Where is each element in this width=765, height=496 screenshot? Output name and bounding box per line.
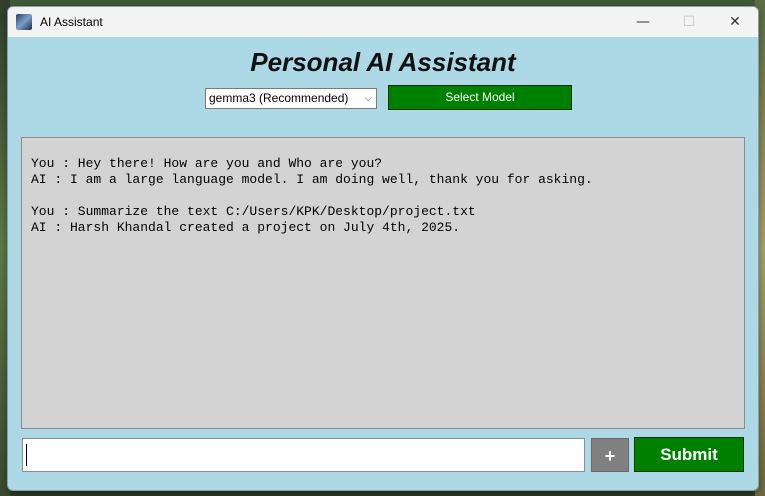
minimize-icon: —	[636, 14, 650, 30]
title-bar[interactable]: AI Assistant — ☐ ✕	[8, 7, 758, 37]
submit-button[interactable]: Submit	[634, 437, 744, 472]
chat-message: You : Hey there! How are you and Who are…	[31, 156, 383, 171]
window-controls: — ☐ ✕	[620, 7, 758, 37]
chat-message: AI : Harsh Khandal created a project on …	[31, 220, 461, 235]
text-caret	[26, 444, 27, 466]
chat-message: You : Summarize the text C:/Users/KPK/De…	[31, 204, 476, 219]
page-title: Personal AI Assistant	[250, 47, 516, 77]
app-icon	[16, 14, 32, 30]
model-dropdown[interactable]: gemma3 (Recommended) ⌵	[205, 88, 377, 109]
model-dropdown-value: gemma3 (Recommended)	[209, 91, 349, 105]
close-button[interactable]: ✕	[712, 7, 758, 37]
app-window: AI Assistant — ☐ ✕ Personal AI Assistant…	[7, 6, 759, 491]
select-model-button[interactable]: Select Model	[388, 85, 572, 110]
chat-message-blank	[31, 188, 744, 204]
attach-button[interactable]: +	[591, 438, 629, 472]
chevron-down-icon: ⌵	[364, 93, 372, 104]
close-icon: ✕	[729, 14, 741, 30]
window-title: AI Assistant	[40, 15, 103, 29]
maximize-button[interactable]: ☐	[666, 7, 712, 37]
message-input-container	[22, 438, 585, 472]
chat-message: AI : I am a large language model. I am d…	[31, 172, 593, 187]
maximize-icon: ☐	[682, 14, 696, 30]
minimize-button[interactable]: —	[620, 7, 666, 37]
message-input[interactable]	[23, 439, 584, 471]
chat-transcript[interactable]: You : Hey there! How are you and Who are…	[21, 137, 745, 429]
